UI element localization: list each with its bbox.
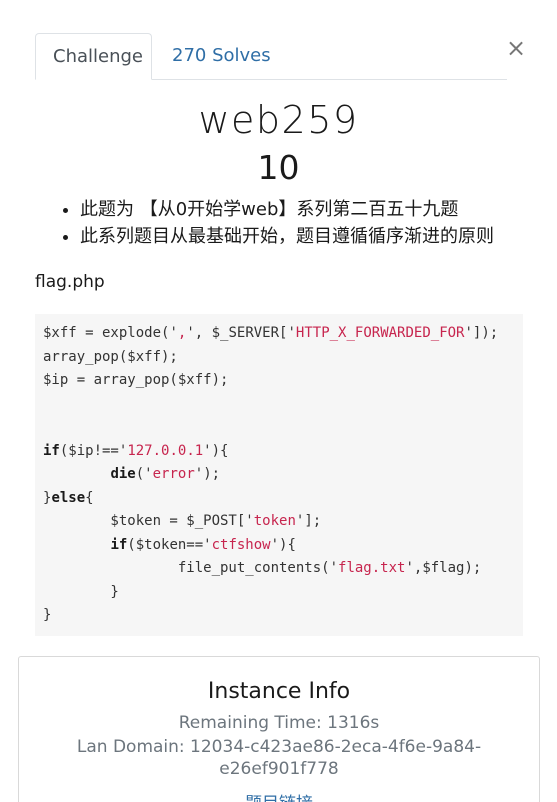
lan-domain-line1: Lan Domain: 12034-c423ae86-2eca-4f6e-9a8… bbox=[76, 737, 482, 757]
challenge-link[interactable]: 题目链接 bbox=[19, 789, 539, 802]
tab-challenge[interactable]: Challenge bbox=[35, 33, 152, 80]
challenge-title: web259 bbox=[198, 98, 359, 142]
code-line: $ip = array_pop($xff); bbox=[43, 372, 229, 388]
tab-bar: Challenge 270 Solves bbox=[35, 33, 507, 80]
code-line: die('error'); bbox=[110, 466, 221, 482]
code-line: }else{ bbox=[43, 489, 94, 506]
description-item: 此题为 【从0开始学web】系列第二百五十九题 bbox=[80, 196, 494, 223]
challenge-description: 此题为 【从0开始学web】系列第二百五十九题 此系列题目从最基础开始，题目遵循… bbox=[45, 196, 494, 250]
close-icon[interactable]: × bbox=[506, 36, 526, 60]
remaining-time: Remaining Time: 1316s bbox=[178, 713, 380, 733]
tab-solves[interactable]: 270 Solves bbox=[155, 33, 288, 79]
code-line: } bbox=[43, 607, 52, 623]
code-block: $xff = explode(',', $_SERVER['HTTP_X_FOR… bbox=[35, 314, 523, 636]
code-line: } bbox=[43, 583, 119, 600]
code-line: array_pop($xff); bbox=[43, 348, 178, 365]
instance-title: Instance Info bbox=[207, 679, 351, 704]
code-line: $token = $_POST['token']; bbox=[43, 513, 322, 529]
description-item: 此系列题目从最基础开始，题目遵循循序渐进的原则 bbox=[80, 223, 494, 250]
code-line: if($token=='ctfshow'){ bbox=[110, 536, 296, 553]
challenge-points: 10 bbox=[257, 148, 300, 187]
lan-domain-line2: e26ef901f778 bbox=[219, 759, 339, 779]
instance-info-panel: Instance Info Remaining Time: 1316s Lan … bbox=[18, 656, 540, 802]
code-line: $xff = explode(',', $_SERVER['HTTP_X_FOR… bbox=[43, 325, 499, 341]
code-line: file_put_contents('flag.txt',$flag); bbox=[43, 560, 482, 576]
file-label: flag.php bbox=[35, 272, 105, 292]
code-line: if($ip!=='127.0.0.1'){ bbox=[43, 442, 229, 459]
